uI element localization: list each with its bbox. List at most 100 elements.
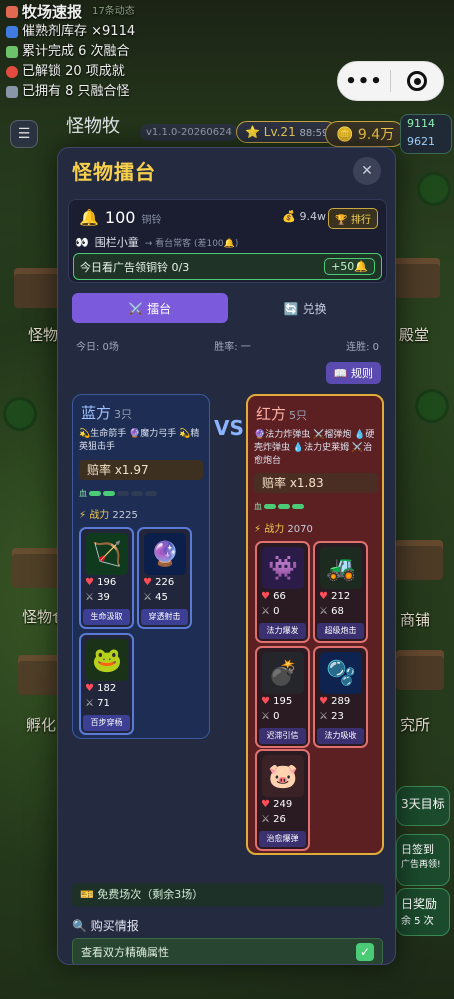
- coin-balance[interactable]: 🪙 9.4万: [325, 121, 406, 147]
- red-team-panel[interactable]: 红方 5只 🔮法力炸弹虫 ⚔️榴弹炮 💧硬壳炸弹虫 💧法力史莱姆 ⚔️治愈炮台 赔…: [246, 394, 384, 855]
- blue-team-panel[interactable]: 蓝方 3只 💫生命箭手 🔮魔力弓手 💫精英狙击手 赔率 x1.97 血 ⚡ 战力 …: [72, 394, 210, 739]
- monster-hp: ♥ 226: [143, 577, 175, 588]
- monster-card[interactable]: 👾 ♥ 66 ⚔ 0 法力爆发: [255, 541, 310, 643]
- monster-attack: ⚔ 0: [261, 606, 280, 617]
- rank-button[interactable]: 🏆 排行: [328, 208, 378, 229]
- goal-widget[interactable]: 3天目标: [396, 786, 450, 826]
- monster-hp: ♥ 182: [85, 683, 117, 694]
- monster-portrait-icon: 🚜: [320, 547, 362, 589]
- monster-hp: ♥ 212: [319, 591, 351, 602]
- eyes-icon: 👀: [75, 235, 89, 249]
- monster-portrait-icon: 🫧: [320, 652, 362, 694]
- signin-widget[interactable]: 日签到 广告再领!: [396, 834, 450, 886]
- hp-bar: 血: [79, 488, 157, 499]
- tab-exchange[interactable]: 🔄 兑换: [228, 293, 384, 323]
- tree-icon: [420, 175, 448, 203]
- monster-hp: ♥ 196: [85, 577, 117, 588]
- vs-label: VS: [214, 416, 244, 440]
- news-icon: [6, 6, 18, 18]
- monster-card[interactable]: 🐸 ♥ 182 ⚔ 71 百步穿杨: [79, 633, 134, 735]
- skill-badge: 治愈爆弹: [259, 831, 306, 847]
- version-label: v1.1.0-20260624: [140, 124, 238, 141]
- monster-hp: ♥ 249: [261, 799, 293, 810]
- monster-card[interactable]: 💣 ♥ 195 ⚔ 0 迟滞引信: [255, 646, 310, 748]
- monster-hp: ♥ 289: [319, 696, 351, 707]
- arena-stats: 今日: 0场 胜率: 一 连胜: 0: [76, 342, 379, 353]
- free-matches-label: 🎫 免费场次（剩余3场）: [72, 883, 383, 907]
- team-name: 红方 5只: [256, 405, 308, 423]
- menu-button[interactable]: ☰: [10, 120, 38, 148]
- team-name: 蓝方 3只: [81, 404, 133, 422]
- bell-icon: 🔔: [79, 208, 99, 227]
- tab-arena[interactable]: ⚔️ 擂台: [72, 293, 228, 323]
- monster-attack: ⚔ 68: [319, 606, 344, 617]
- odds-label: 赔率 x1.97: [79, 460, 203, 480]
- monster-hp: ♥ 195: [261, 696, 293, 707]
- monster-portrait-icon: 🐷: [262, 755, 304, 797]
- bell-count: 100: [104, 208, 136, 227]
- level-badge[interactable]: ⭐ Lv.21 88:59: [236, 121, 338, 143]
- skill-badge: 百步穿杨: [83, 715, 130, 731]
- ad-reward-bar: 今日看广告领铜铃 0/3 +50🔔: [73, 253, 382, 280]
- close-button[interactable]: ✕: [353, 156, 381, 185]
- skill-badge: 穿透射击: [141, 609, 188, 625]
- tree-icon: [6, 400, 34, 428]
- power-label: ⚡ 战力 2070: [254, 524, 313, 535]
- rules-button[interactable]: 📖 规则: [325, 362, 381, 384]
- bg-label[interactable]: 孵化: [26, 714, 56, 735]
- monster-card[interactable]: 🏹 ♥ 196 ⚔ 39 生命汲取: [79, 527, 134, 629]
- monster-card[interactable]: 🐷 ♥ 249 ⚔ 26 治愈爆弹: [255, 749, 310, 851]
- building-icon: [395, 540, 443, 580]
- monster-card[interactable]: 🔮 ♥ 226 ⚔ 45 穿透射击: [137, 527, 192, 629]
- view-stats-option[interactable]: 查看双方精确属性 ✓: [72, 938, 383, 964]
- link-icon: [6, 86, 18, 98]
- monster-attack: ⚔ 45: [143, 592, 168, 603]
- arena-modal: 怪物擂台 ✕ 🔔 100 铜铃 💰 9.4w 🏆 排行 👀 围栏小童 → 看台常客 (差…: [57, 147, 396, 965]
- fast-forward-icon: [6, 26, 18, 38]
- skill-badge: 法力吸收: [317, 728, 364, 744]
- checkbox[interactable]: ✓: [356, 943, 374, 961]
- monster-card[interactable]: 🫧 ♥ 289 ⚔ 23 法力吸收: [313, 646, 368, 748]
- arena-tabs: ⚔️ 擂台 🔄 兑换: [72, 293, 383, 323]
- close-app-button[interactable]: [391, 71, 443, 91]
- spectator-rank: 👀 围栏小童 → 看台常客 (差100🔔): [75, 235, 239, 250]
- building-icon: [396, 650, 444, 690]
- watch-ad-button[interactable]: +50🔔: [324, 258, 375, 275]
- pencil-icon: [6, 46, 18, 58]
- target-icon: [6, 66, 18, 78]
- monster-attack: ⚔ 0: [261, 711, 280, 722]
- power-label: ⚡ 战力 2225: [79, 510, 138, 521]
- monster-hp: ♥ 66: [261, 591, 286, 602]
- bg-label[interactable]: 怪物: [28, 324, 58, 345]
- odds-label: 赔率 x1.83: [254, 473, 378, 493]
- ranch-news: 牧场速报 17条动态 催熟剂库存 ×9114 累计完成 6 次融合 已解锁 20 …: [6, 2, 135, 102]
- record-icon: [407, 71, 427, 91]
- bell-panel: 🔔 100 铜铃 💰 9.4w 🏆 排行 👀 围栏小童 → 看台常客 (差100🔔) 今…: [68, 199, 387, 283]
- resource-panel[interactable]: 9114 9621: [400, 114, 452, 154]
- more-button[interactable]: •••: [338, 71, 390, 92]
- bg-label[interactable]: 殿堂: [399, 324, 429, 345]
- monster-attack: ⚔ 23: [319, 711, 344, 722]
- bg-label[interactable]: 商铺: [400, 609, 430, 630]
- team-traits: 💫生命箭手 🔮魔力弓手 💫精英狙击手: [79, 429, 200, 452]
- monster-portrait-icon: 🐸: [86, 639, 128, 681]
- building-icon: [14, 268, 62, 308]
- mini-program-capsule: •••: [337, 61, 444, 101]
- skill-badge: 迟滞引信: [259, 728, 306, 744]
- monster-portrait-icon: 👾: [262, 547, 304, 589]
- monster-portrait-icon: 💣: [262, 652, 304, 694]
- reward-widget[interactable]: 日奖励余 5 次: [396, 888, 450, 936]
- monster-portrait-icon: 🔮: [144, 533, 186, 575]
- modal-title: 怪物擂台: [72, 160, 156, 184]
- skill-badge: 法力爆发: [259, 623, 306, 639]
- bg-label[interactable]: 究所: [400, 714, 430, 735]
- skill-badge: 生命汲取: [83, 609, 130, 625]
- app-title: 怪物牧: [66, 116, 120, 137]
- monster-attack: ⚔ 71: [85, 698, 110, 709]
- hp-bar: 血: [254, 501, 304, 512]
- buy-intel-label: 🔍 购买情报: [72, 919, 139, 933]
- monster-card[interactable]: 🚜 ♥ 212 ⚔ 68 超级炮击: [313, 541, 368, 643]
- building-icon: [12, 548, 60, 588]
- monster-attack: ⚔ 26: [261, 814, 286, 825]
- money-bag: 💰 9.4w: [282, 210, 326, 223]
